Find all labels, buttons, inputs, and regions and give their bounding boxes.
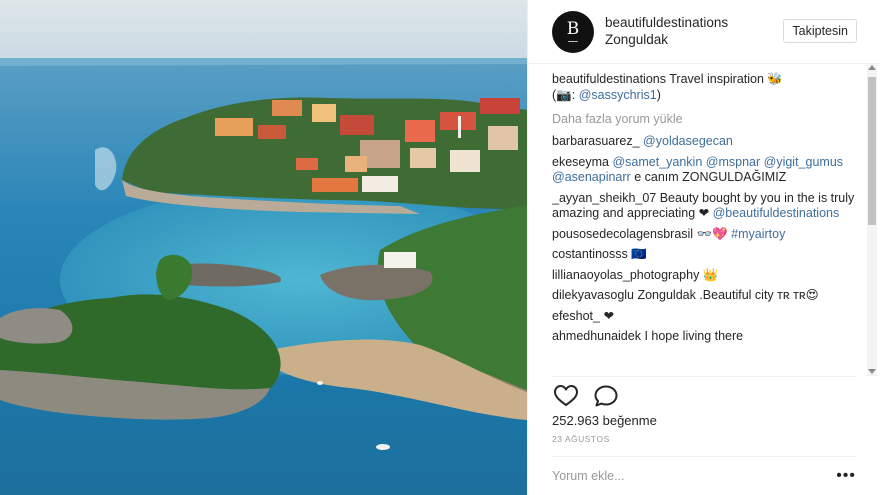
post-header: B ▬▬▬ beautifuldestinations Zonguldak Ta… <box>528 0 880 64</box>
comment-item: pousosedecolagensbrasil 👓💖 #myairtoy <box>552 227 864 243</box>
caption-credit-mention[interactable]: @sassychris1 <box>579 88 657 102</box>
post-actions <box>552 384 620 408</box>
caption-text: Travel inspiration 🐝 <box>665 72 783 86</box>
avatar-logo-mark: ▬▬▬ <box>568 38 578 43</box>
load-more-comments-link[interactable]: Daha fazla yorum yükle <box>552 112 864 126</box>
comment-username[interactable]: lillianaoyolas_photography <box>552 268 699 282</box>
post-date[interactable]: 23 AĞUSTOS <box>552 434 610 444</box>
comment-text: e canım ZONGULDAĞIMIZ <box>630 170 787 184</box>
comment-mention[interactable]: @yigit_gumus <box>764 155 843 169</box>
comment-item: barbarasuarez_ @yoldasegecan <box>552 134 864 150</box>
comment-mention[interactable]: @asenapinarr <box>552 170 631 184</box>
following-button[interactable]: Takiptesin <box>783 19 857 43</box>
caption-credit-suffix: ) <box>656 87 661 102</box>
comment-username[interactable]: barbarasuarez_ <box>552 134 640 148</box>
comments-list[interactable]: beautifuldestinations Travel inspiration… <box>552 72 864 376</box>
scroll-up-arrow-icon[interactable] <box>868 65 876 70</box>
user-block: beautifuldestinations Zonguldak <box>605 15 728 49</box>
comment-username[interactable]: costantinosss <box>552 247 628 261</box>
post-side-panel: B ▬▬▬ beautifuldestinations Zonguldak Ta… <box>527 0 880 495</box>
comments-scrollbar[interactable] <box>867 64 877 376</box>
comment-item: dilekyavasoglu Zonguldak .Beautiful city… <box>552 288 864 304</box>
comment-text: I hope living there <box>640 329 744 343</box>
comment-mention[interactable]: #myairtoy <box>731 227 785 241</box>
comment-username[interactable]: _ayyan_sheikh_07 <box>552 191 656 205</box>
comment-text: 🇪🇺 <box>627 247 647 261</box>
comment-mention[interactable]: @beautifuldestinations <box>713 206 840 220</box>
comment-text: 👑 <box>699 267 719 282</box>
instagram-post-view: B ▬▬▬ beautifuldestinations Zonguldak Ta… <box>0 0 880 495</box>
coastal-town-image <box>0 0 527 495</box>
divider <box>552 376 856 377</box>
scroll-thumb[interactable] <box>868 77 876 225</box>
comment-text: 👓💖 <box>693 226 732 241</box>
comment-username[interactable]: dilekyavasoglu <box>552 288 634 302</box>
scroll-down-arrow-icon[interactable] <box>868 369 876 374</box>
comment-input[interactable] <box>552 468 792 483</box>
heart-icon[interactable] <box>552 384 580 408</box>
speech-bubble-icon[interactable] <box>592 384 620 408</box>
post-photo[interactable] <box>0 0 527 495</box>
avatar[interactable]: B ▬▬▬ <box>552 10 594 53</box>
comment-item: ekeseyma @samet_yankin @mspnar @yigit_gu… <box>552 155 864 186</box>
comment-item: costantinosss 🇪🇺 <box>552 247 864 263</box>
comment-items: barbarasuarez_ @yoldasegecan ekeseyma @sa… <box>552 134 864 345</box>
comment-mention[interactable]: @samet_yankin <box>612 155 702 169</box>
add-comment-bar: ••• <box>552 456 856 494</box>
avatar-letter: B <box>566 18 580 39</box>
comment-mention[interactable]: @yoldasegecan <box>643 134 733 148</box>
comment-mention[interactable]: @mspnar <box>706 155 760 169</box>
comment-text: Zonguldak .Beautiful city ᴛʀ ᴛʀ😍 <box>634 288 819 302</box>
comment-item: _ayyan_sheikh_07 Beauty bought by you in… <box>552 191 864 222</box>
caption-username[interactable]: beautifuldestinations <box>552 72 666 86</box>
comment-item: lillianaoyolas_photography 👑 <box>552 268 864 284</box>
header-location[interactable]: Zonguldak <box>605 31 728 49</box>
comment-username[interactable]: ahmedhunaidek <box>552 329 641 343</box>
comment-text: ❤ <box>599 308 614 323</box>
comment-item: ahmedhunaidek I hope living there <box>552 329 864 345</box>
caption-credit-prefix: (📷: <box>552 87 579 102</box>
likes-count[interactable]: 252.963 beğenme <box>552 413 657 428</box>
more-options-icon[interactable]: ••• <box>836 467 856 483</box>
comment-username[interactable]: efeshot_ <box>552 309 600 323</box>
caption: beautifuldestinations Travel inspiration… <box>552 72 864 103</box>
header-username[interactable]: beautifuldestinations <box>605 15 728 31</box>
comment-username[interactable]: pousosedecolagensbrasil <box>552 227 693 241</box>
comment-item: efeshot_ ❤ <box>552 309 864 325</box>
comment-username[interactable]: ekeseyma <box>552 155 609 169</box>
